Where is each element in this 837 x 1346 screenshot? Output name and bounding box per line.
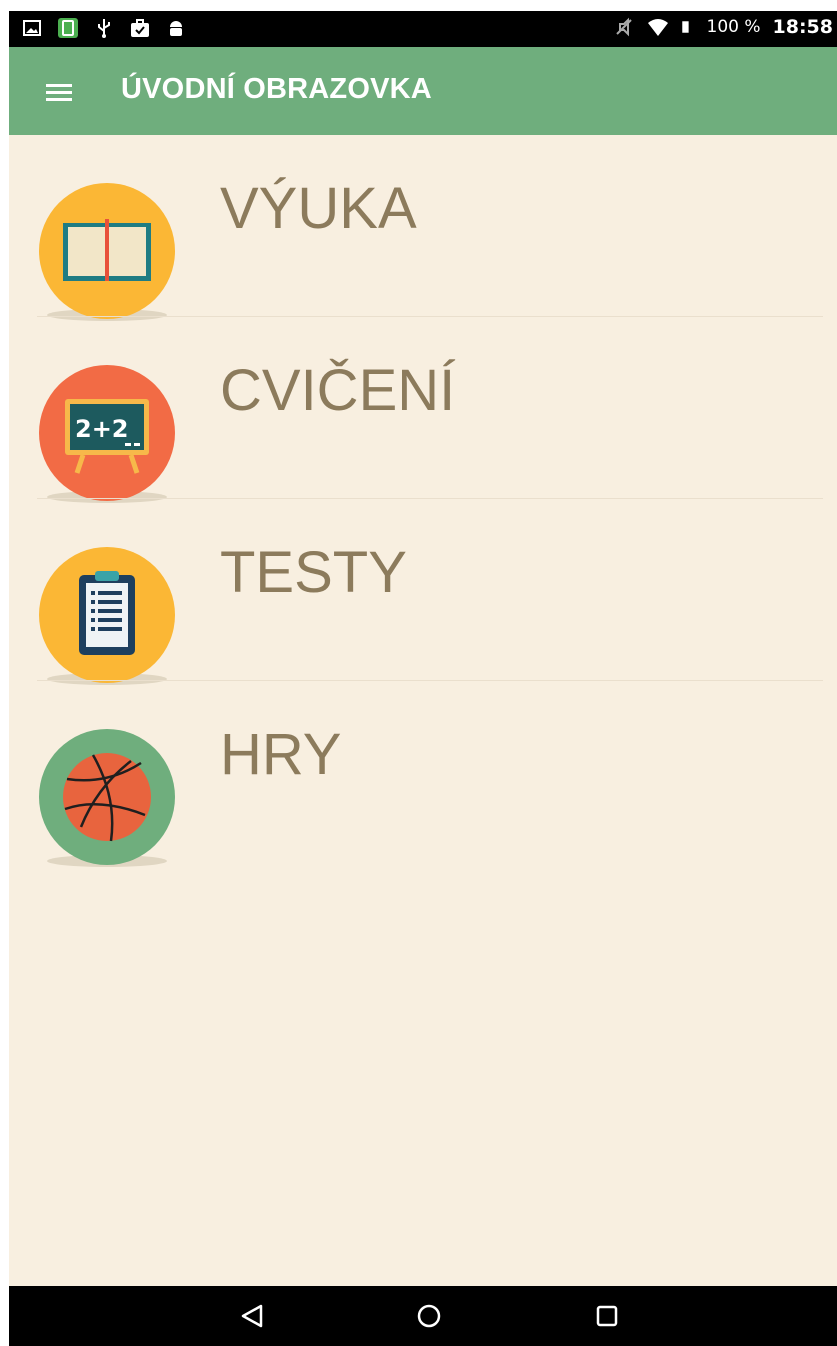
clock: 18:58 xyxy=(772,16,833,38)
recents-icon[interactable] xyxy=(587,1296,627,1336)
menu-item-label: TESTY xyxy=(220,540,407,605)
wifi-icon xyxy=(647,19,668,36)
menu-item-hry[interactable]: HRY xyxy=(9,681,837,867)
status-bar: 100 % 18:58 xyxy=(9,11,837,47)
chalkboard-icon: 2+2 xyxy=(39,365,175,503)
navigation-bar xyxy=(9,1286,837,1346)
menu-item-vyuka[interactable]: VÝUKA xyxy=(9,135,837,321)
menu-item-label: HRY xyxy=(220,722,342,787)
open-book-icon xyxy=(39,183,175,321)
screen-app-icon xyxy=(58,18,78,38)
home-icon[interactable] xyxy=(409,1296,449,1336)
menu-item-cviceni[interactable]: 2+2 CVIČENÍ xyxy=(9,317,837,503)
usb-icon xyxy=(98,19,110,38)
basketball-icon xyxy=(39,729,175,867)
menu-item-label: VÝUKA xyxy=(220,176,417,241)
svg-text:2+2: 2+2 xyxy=(75,415,129,443)
main-menu: VÝUKA 2+2 CVIČENÍ TESTY HRY xyxy=(9,135,837,867)
android-icon xyxy=(170,21,182,36)
briefcase-check-icon xyxy=(131,19,149,37)
back-icon[interactable] xyxy=(232,1296,272,1336)
menu-item-label: CVIČENÍ xyxy=(220,358,456,423)
gallery-icon xyxy=(23,20,41,36)
clipboard-icon xyxy=(39,547,175,685)
hamburger-menu-icon[interactable] xyxy=(35,69,79,113)
menu-item-testy[interactable]: TESTY xyxy=(9,499,837,685)
battery-icon xyxy=(681,21,689,33)
mute-icon xyxy=(615,17,632,37)
screen: 100 % 18:58 ÚVODNÍ OBRAZOVKA VÝUKA 2+2 C… xyxy=(9,11,837,1346)
page-title: ÚVODNÍ OBRAZOVKA xyxy=(121,73,432,105)
battery-percentage: 100 % xyxy=(706,17,761,37)
app-bar: ÚVODNÍ OBRAZOVKA xyxy=(9,47,837,135)
